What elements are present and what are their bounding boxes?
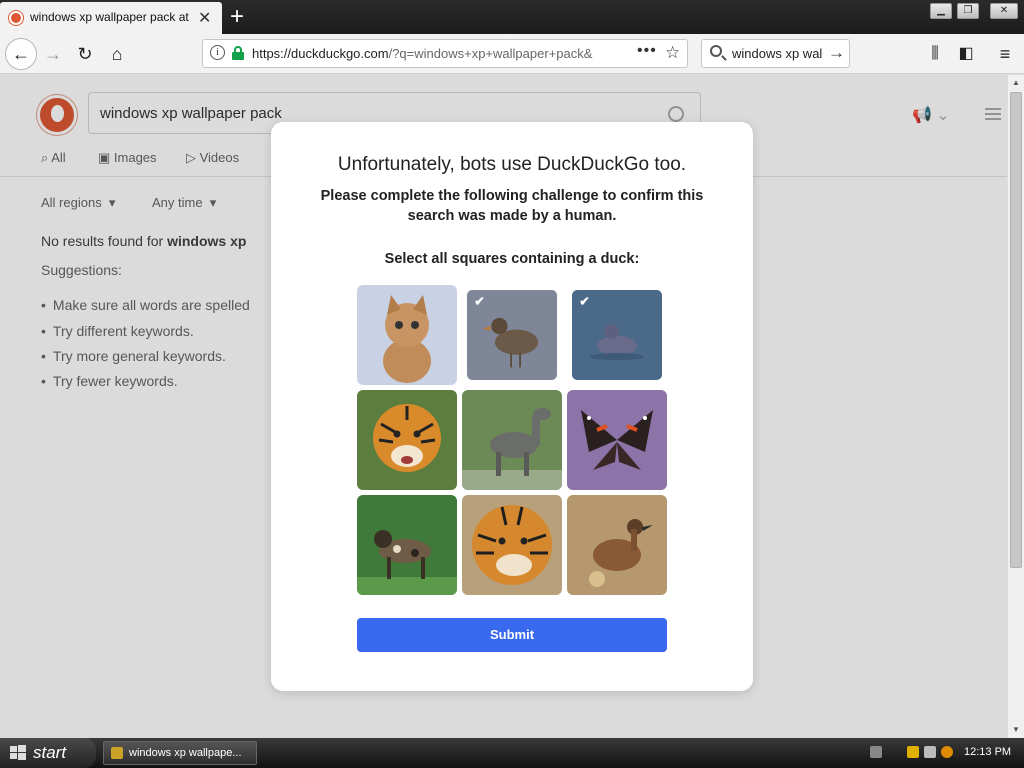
- captcha-tile-okapi[interactable]: [462, 390, 562, 490]
- library-icon[interactable]: ⫼: [922, 41, 948, 67]
- scroll-down-arrow-icon[interactable]: ▼: [1012, 725, 1020, 734]
- web-page: windows xp wallpaper pack 📢 ⌄ ⌕ All ▣ Im…: [0, 75, 1007, 738]
- taskbar-clock: 12:13 PM: [964, 746, 1012, 758]
- captcha-tile-duck[interactable]: [567, 495, 667, 595]
- browser-tab-bar: windows xp wallpaper pack at D ✕ + ▁ ❐ ✕: [0, 0, 1024, 34]
- start-label: start: [33, 743, 67, 762]
- captcha-dialog: Unfortunately, bots use DuckDuckGo too. …: [271, 122, 753, 691]
- navigation-toolbar: ← → ↻ ⌂ i https://duckduckgo.com/?q=wind…: [0, 34, 1024, 74]
- url-text[interactable]: https://duckduckgo.com/?q=windows+xp+wal…: [252, 46, 602, 61]
- search-box-text: windows xp wal: [732, 46, 823, 61]
- home-icon[interactable]: ⌂: [104, 41, 130, 67]
- taskbar-browser-window[interactable]: windows xp wallpape...: [103, 741, 257, 765]
- keyboard-icon[interactable]: [870, 746, 882, 758]
- captcha-tile-duck[interactable]: ✔: [572, 290, 662, 380]
- secure-lock-icon: [232, 46, 244, 60]
- url-bar[interactable]: i https://duckduckgo.com/?q=windows+xp+w…: [202, 39, 688, 68]
- captcha-tile-duck[interactable]: ✔: [467, 290, 557, 380]
- reload-icon[interactable]: ↻: [72, 41, 98, 67]
- menu-icon[interactable]: ≡: [992, 41, 1018, 67]
- selected-check-icon: ✔: [474, 293, 485, 308]
- windows-logo-icon: [10, 745, 26, 760]
- search-go-arrow-icon[interactable]: →: [828, 43, 845, 63]
- selected-check-icon: ✔: [579, 293, 590, 308]
- page-actions-icon[interactable]: •••: [637, 42, 657, 60]
- browser-app-icon: [111, 747, 123, 759]
- scroll-thumb[interactable]: [1010, 92, 1022, 568]
- captcha-tile-kitten[interactable]: [357, 285, 457, 385]
- sidebar-icon[interactable]: ◧: [953, 41, 979, 67]
- dialog-title: Unfortunately, bots use DuckDuckGo too.: [337, 154, 687, 175]
- taskbar-window-label: windows xp wallpape...: [129, 747, 242, 759]
- dialog-description: Please complete the following challenge …: [320, 188, 704, 224]
- browser-tab[interactable]: windows xp wallpaper pack at D ✕: [0, 2, 222, 34]
- submit-button[interactable]: Submit: [357, 618, 667, 652]
- close-tab-icon[interactable]: ✕: [198, 8, 211, 28]
- system-tray: 12:13 PM: [860, 738, 1024, 768]
- start-button[interactable]: start: [0, 738, 96, 768]
- bookmark-star-icon[interactable]: ☆: [665, 43, 680, 63]
- captcha-image-grid: ✔ ✔: [357, 285, 667, 595]
- maximize-window-icon[interactable]: ❐: [957, 3, 979, 19]
- search-tray-icon[interactable]: [941, 746, 953, 758]
- windows-taskbar: start windows xp wallpape... 12:13 PM: [0, 738, 1024, 768]
- forward-arrow-icon[interactable]: →: [40, 41, 66, 67]
- back-arrow-icon[interactable]: ←: [5, 38, 37, 70]
- page-info-icon[interactable]: i: [210, 45, 225, 60]
- page-scrollbar[interactable]: ▲ ▼: [1007, 75, 1024, 738]
- captcha-tile-tiger[interactable]: [462, 495, 562, 595]
- captcha-tile-tiger[interactable]: [357, 390, 457, 490]
- captcha-tile-wild-dog[interactable]: [357, 495, 457, 595]
- close-window-icon[interactable]: ✕: [990, 3, 1018, 19]
- tab-title: windows xp wallpaper pack at D: [30, 10, 192, 24]
- challenge-instruction: Select all squares containing a duck:: [384, 251, 640, 267]
- minimize-window-icon[interactable]: ▁: [930, 3, 952, 19]
- duckduckgo-favicon-icon: [9, 11, 23, 25]
- browser-search-box[interactable]: windows xp wal →: [701, 39, 850, 68]
- new-tab-plus-icon[interactable]: +: [230, 3, 244, 31]
- network-icon[interactable]: [924, 746, 936, 758]
- captcha-tile-butterfly[interactable]: [567, 390, 667, 490]
- shield-icon[interactable]: [907, 746, 919, 758]
- search-icon: [710, 45, 722, 57]
- scroll-up-arrow-icon[interactable]: ▲: [1012, 78, 1020, 87]
